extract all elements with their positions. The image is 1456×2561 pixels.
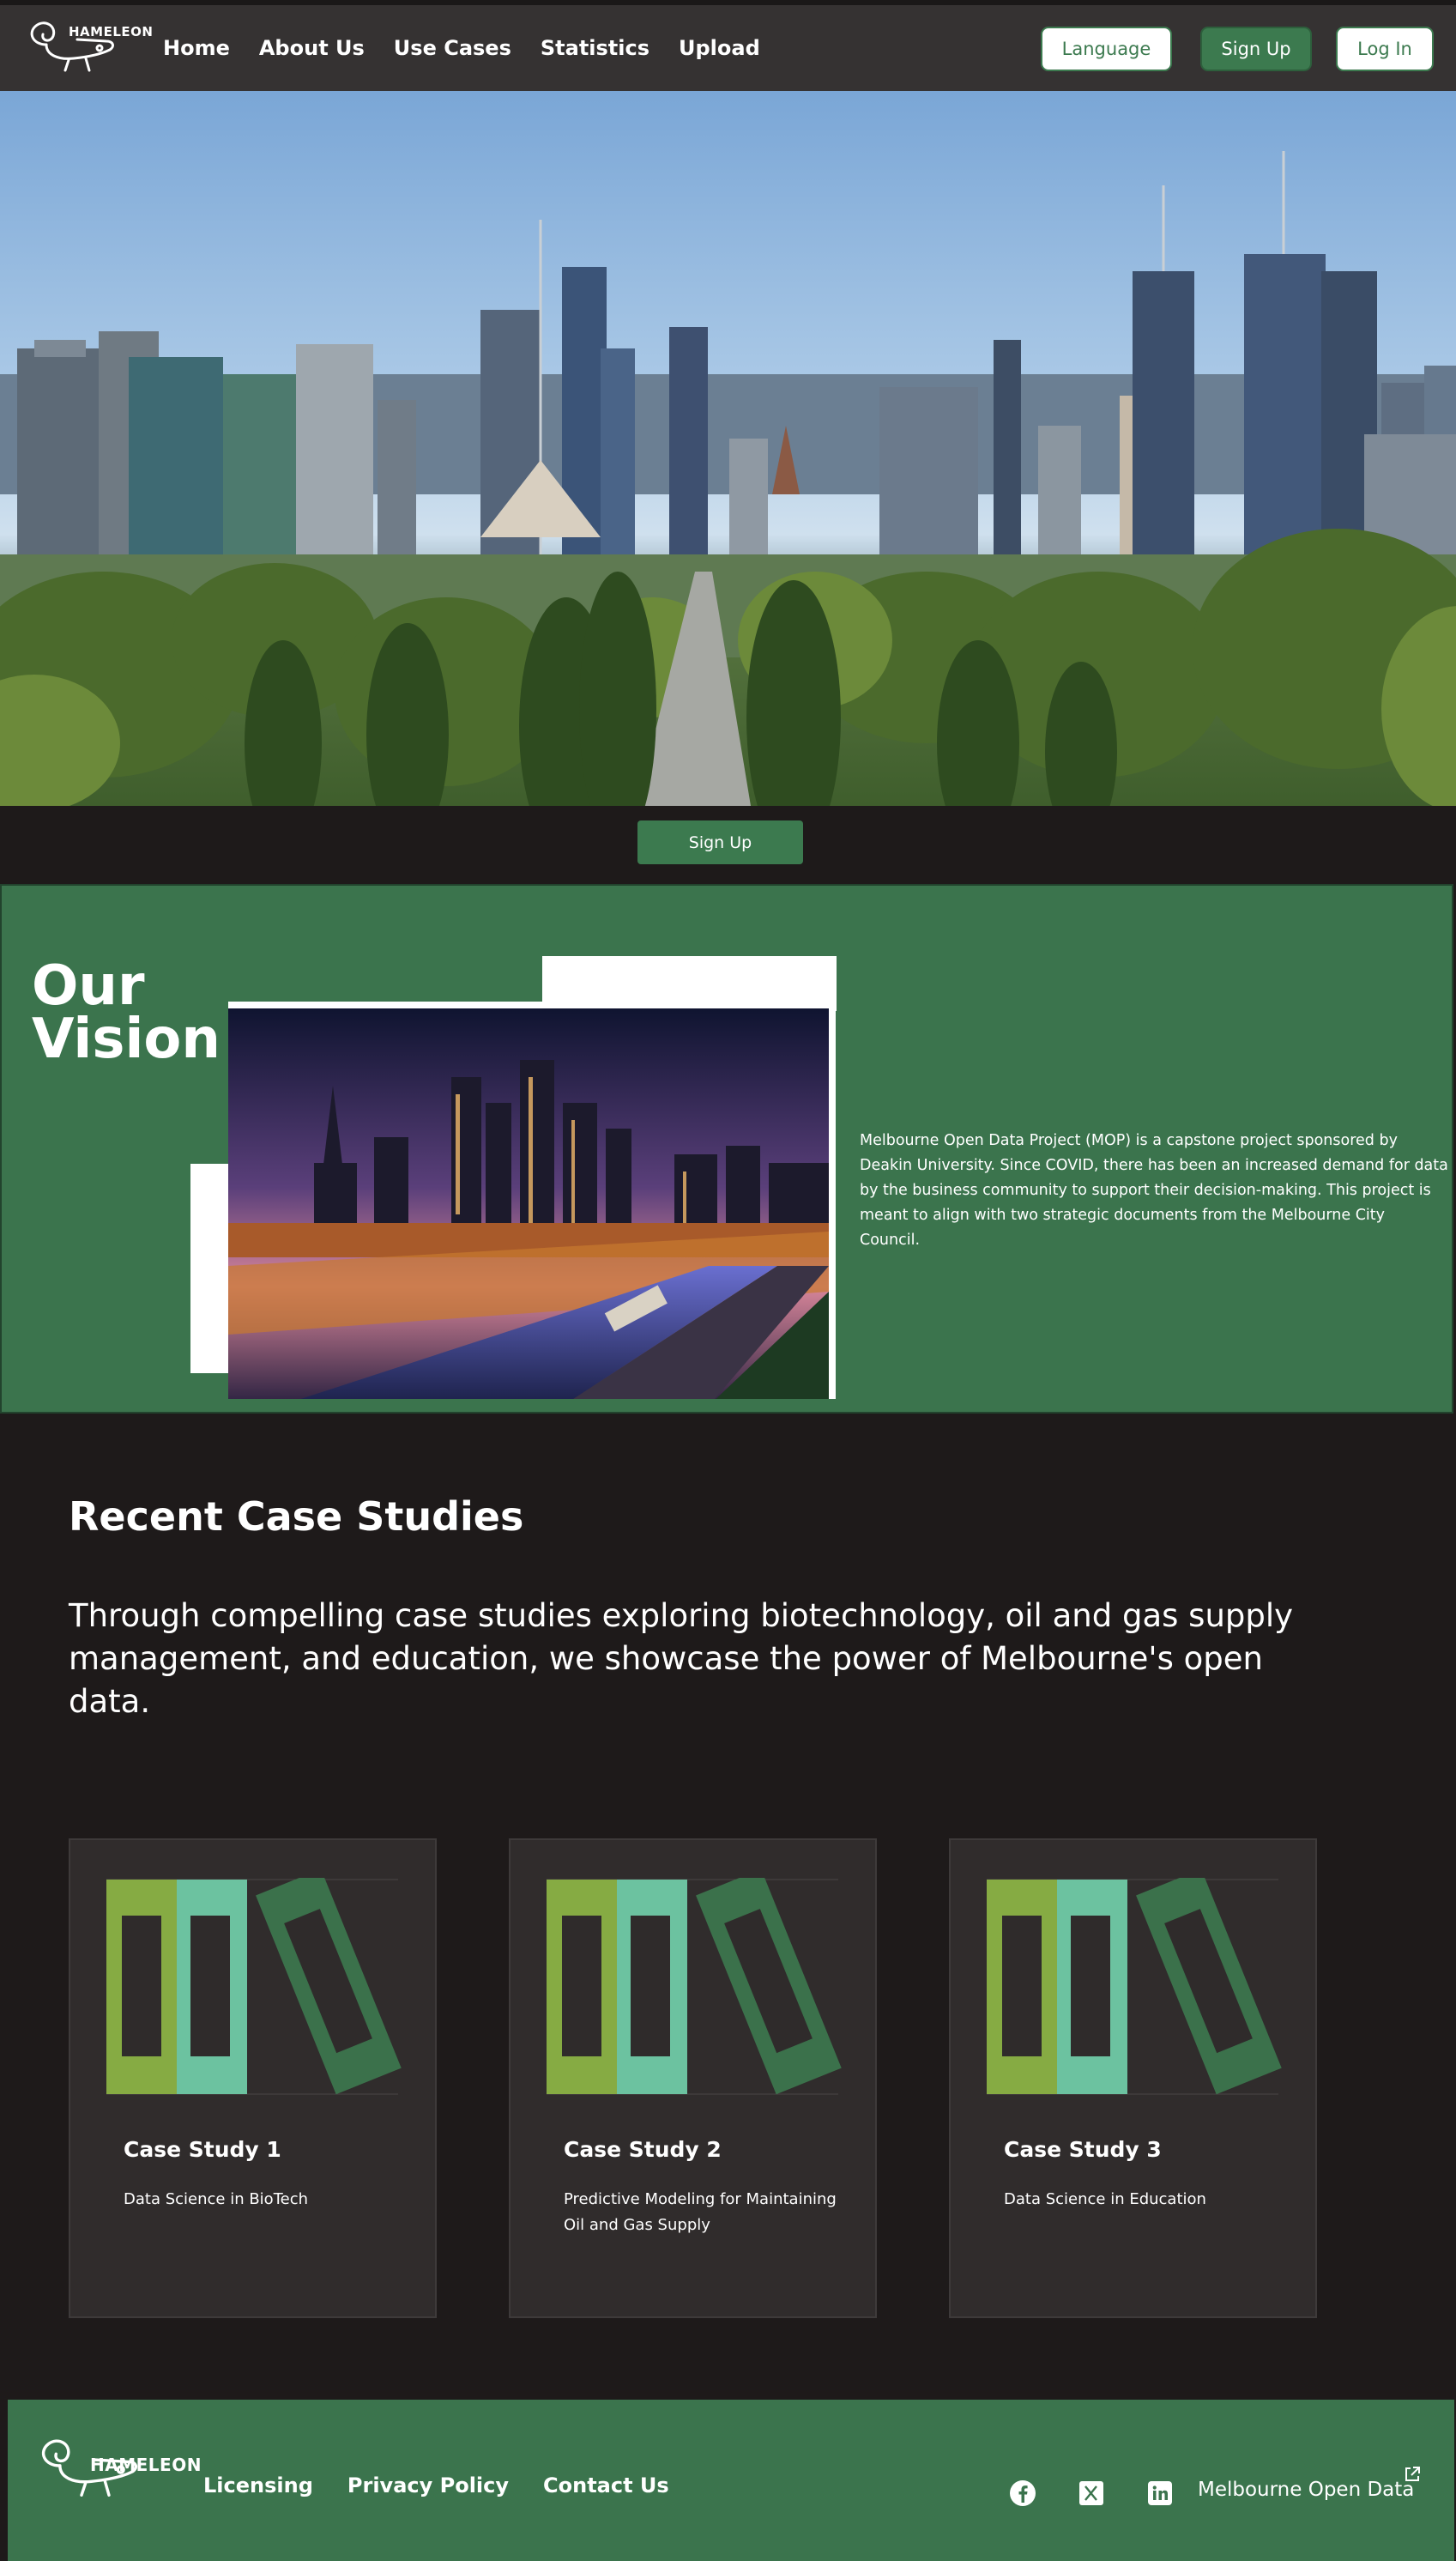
case-study-description: Predictive Modeling for Maintaining Oil … <box>564 2190 837 2234</box>
footer-chameleon-logo[interactable]: HAMELEON <box>27 2419 201 2513</box>
chameleon-logo[interactable]: HAMELEON <box>17 10 153 79</box>
nav-login-button[interactable]: Log In <box>1336 27 1434 71</box>
main-nav: Home About Us Use Cases Statistics Uploa… <box>163 36 789 60</box>
case-studies-heading: Recent Case Studies <box>69 1493 524 1540</box>
nav-link-statistics[interactable]: Statistics <box>541 36 649 60</box>
melbourne-skyline-illustration <box>0 151 1456 806</box>
case-study-title: Case Study 3 <box>1004 2137 1162 2162</box>
case-studies-subheading: Through compelling case studies explorin… <box>69 1597 1294 1720</box>
night-city-illustration <box>228 1008 829 1399</box>
language-button[interactable]: Language <box>1041 27 1172 71</box>
case-study-card-1[interactable]: Case Study 1 Data Science in BioTech <box>69 1838 437 2318</box>
facebook-icon[interactable] <box>1008 2479 1037 2508</box>
x-icon[interactable] <box>1077 2479 1106 2508</box>
binders-illustration-icon <box>106 1878 402 2095</box>
vision-section: Our Vision Melbourne Open Data Project (… <box>0 884 1453 1414</box>
vision-title: Our Vision <box>32 954 221 1071</box>
case-study-title: Case Study 1 <box>124 2137 281 2162</box>
top-navbar: HAMELEON Home About Us Use Cases Statist… <box>0 0 1456 91</box>
linkedin-icon[interactable] <box>1145 2479 1175 2508</box>
melbourne-open-data-link[interactable]: Melbourne Open Data <box>1198 2479 1414 2501</box>
vision-description: Melbourne Open Data Project (MOP) is a c… <box>860 1132 1448 1249</box>
case-study-card-3[interactable]: Case Study 3 Data Science in Education <box>949 1838 1317 2318</box>
footer-link-contact-us[interactable]: Contact Us <box>543 2473 669 2497</box>
vision-city-night-image <box>228 1002 836 1399</box>
chameleon-logo-icon <box>30 21 114 72</box>
case-study-description: Data Science in Education <box>1004 2190 1206 2208</box>
nav-signup-button[interactable]: Sign Up <box>1200 27 1312 71</box>
site-footer: HAMELEON Licensing Privacy Policy Contac… <box>8 2400 1454 2561</box>
hero-signup-button[interactable]: Sign Up <box>637 820 803 864</box>
logo-text: HAMELEON <box>69 24 154 39</box>
nav-link-upload[interactable]: Upload <box>679 36 760 60</box>
hero-city-image <box>0 91 1456 806</box>
case-study-title: Case Study 2 <box>564 2137 722 2162</box>
footer-link-privacy-policy[interactable]: Privacy Policy <box>347 2473 509 2497</box>
decorative-white-block <box>190 1164 228 1373</box>
nav-link-home[interactable]: Home <box>163 36 230 60</box>
footer-nav: Licensing Privacy Policy Contact Us <box>203 2473 704 2497</box>
nav-link-about-us[interactable]: About Us <box>259 36 365 60</box>
nav-link-use-cases[interactable]: Use Cases <box>394 36 511 60</box>
footer-link-licensing[interactable]: Licensing <box>203 2473 313 2497</box>
external-link-icon <box>1405 2467 1420 2481</box>
binders-illustration-icon <box>547 1878 842 2095</box>
case-study-card-2[interactable]: Case Study 2 Predictive Modeling for Mai… <box>509 1838 877 2318</box>
logo-text: HAMELEON <box>90 2455 202 2475</box>
binders-illustration-icon <box>987 1878 1282 2095</box>
case-study-description: Data Science in BioTech <box>124 2190 309 2208</box>
